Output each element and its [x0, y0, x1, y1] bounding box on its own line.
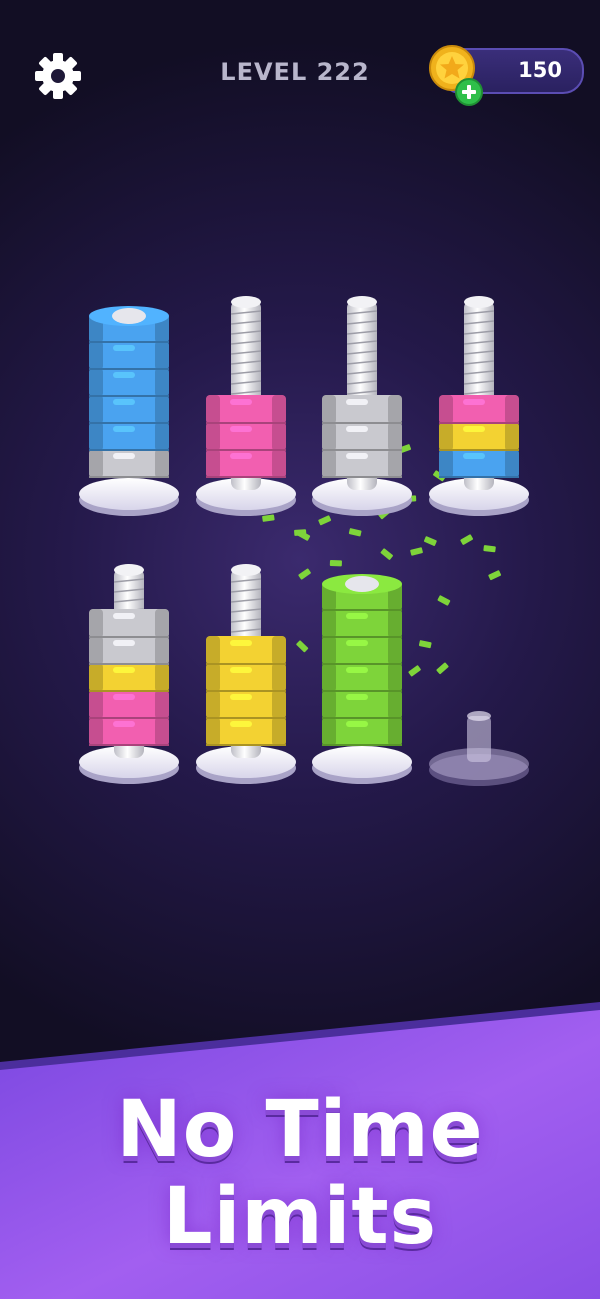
banner-title-line1: No Time [116, 1085, 484, 1175]
banner-title-line2: Limits [162, 1172, 438, 1262]
